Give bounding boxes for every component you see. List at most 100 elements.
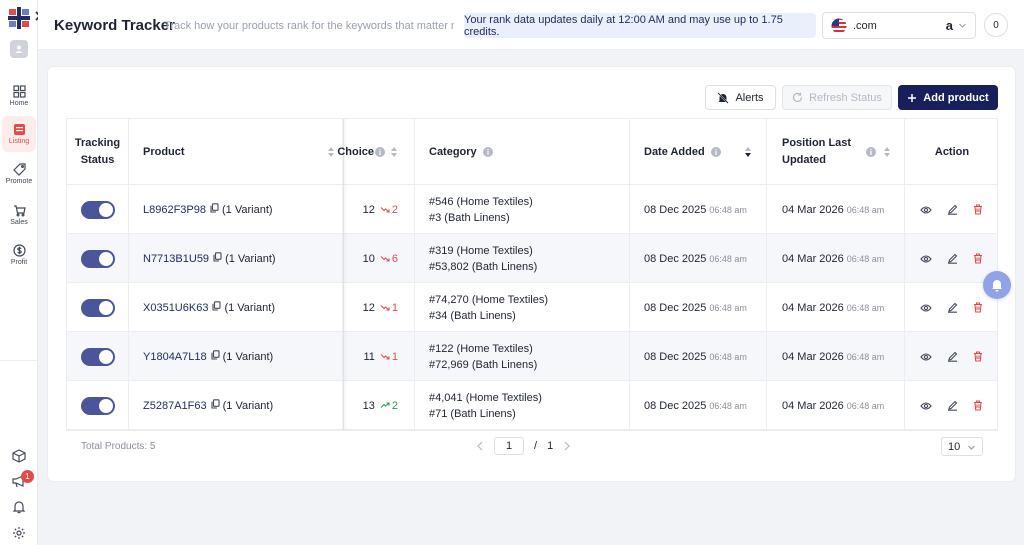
date-added-cell: 08 Dec 2025 06:48 am [630,283,767,332]
category-rank-primary: #4,041 (Home Textiles) [429,391,542,404]
choice-rank: 10 [362,252,375,265]
products-card: Alerts Refresh Status Add product Tracki… [47,66,1016,482]
add-product-button[interactable]: Add product [898,85,998,110]
edit-pencil-icon[interactable] [944,349,960,365]
settings-gear-icon[interactable] [10,524,28,542]
bell-off-icon [717,91,730,104]
brand-logo[interactable] [7,6,31,30]
sidebar-item-promote[interactable]: Promote [2,156,36,192]
product-asin-link[interactable]: L8962F3P98 [143,204,206,216]
tracking-toggle[interactable] [80,249,115,268]
trend-down-icon [380,304,390,311]
alerts-button[interactable]: Alerts [705,85,776,110]
delete-trash-icon[interactable] [970,251,986,267]
view-eye-icon[interactable] [918,251,934,267]
sidebar-item-sales[interactable]: Sales [2,197,36,233]
col-position-last-updated[interactable]: Position Last Updated [767,119,905,185]
delete-trash-icon[interactable] [970,202,986,218]
total-products: Total Products: 5 [81,441,156,452]
refresh-status-button[interactable]: Refresh Status [782,85,892,110]
avatar[interactable] [10,40,28,58]
choice-cell: 12 2 [344,185,415,234]
category-cell: #4,041 (Home Textiles) #71 (Bath Linens) [415,381,630,430]
date-added-cell: 08 Dec 2025 06:48 am [630,185,767,234]
table-row: Y1804A7L18 (1 Variant) 11 1 #122 (Home T… [67,332,997,381]
date-added: 08 Dec 2025 [644,399,707,412]
product-asin-link[interactable]: Y1804A7L18 [143,351,207,363]
choice-rank: 11 [363,350,375,363]
edit-pencil-icon[interactable] [944,300,960,316]
col-date-added[interactable]: Date Added [630,119,767,185]
package-icon[interactable] [10,447,28,465]
date-added-cell: 08 Dec 2025 06:48 am [630,381,767,430]
tracking-toggle[interactable] [80,396,115,415]
info-icon [710,146,721,157]
col-tracking-status: Tracking Status [67,119,129,185]
credits-count[interactable]: 0 [984,13,1008,37]
copy-icon[interactable] [212,301,222,314]
amazon-logo: a [945,18,953,33]
col-choice[interactable]: Choice [337,119,415,185]
marketplace-select[interactable]: .com a [822,12,976,39]
chevron-left-icon[interactable] [476,441,484,451]
copy-icon[interactable] [211,350,220,363]
date-added: 08 Dec 2025 [644,252,707,265]
delete-trash-icon[interactable] [970,300,986,316]
sort-icon[interactable] [327,146,335,158]
tracking-toggle[interactable] [80,347,115,366]
product-asin-link[interactable]: N7713B1U59 [143,253,209,265]
sidebar-item-home[interactable]: Home [2,78,36,114]
alerts-label: Alerts [735,91,764,104]
view-eye-icon[interactable] [918,349,934,365]
position-updated-time: 06:48 am [846,253,885,264]
edit-pencil-icon[interactable] [944,398,960,414]
delete-trash-icon[interactable] [970,349,986,365]
page-total: 1 [547,440,554,452]
product-asin-link[interactable]: X0351U6K63 [143,302,208,314]
delete-trash-icon[interactable] [970,398,986,414]
position-updated-date: 04 Mar 2026 [782,350,844,363]
refresh-label: Refresh Status [809,91,882,104]
variant-count: (1 Variant) [222,350,274,363]
products-table: Tracking Status Product Choice Category … [66,118,998,431]
floating-bell-icon[interactable] [983,271,1011,299]
copy-icon[interactable] [213,252,222,265]
sidebar-item-profit[interactable]: Profit [2,237,36,273]
page-size-select[interactable]: 10 [941,437,983,456]
us-flag-icon [831,18,847,33]
pagination: 1 / 1 [476,437,571,455]
date-added-time: 06:48 am [709,400,747,411]
tag-icon [12,163,26,176]
category-rank-secondary: #72,969 (Bath Linens) [429,358,538,371]
chevron-right-icon[interactable] [563,441,571,451]
product-asin-link[interactable]: Z5287A1F63 [143,400,207,412]
sidebar-item-listing[interactable]: Listing [2,116,36,152]
category-rank-primary: #74,270 (Home Textiles) [429,293,549,306]
table-row: X0351U6K63 (1 Variant) 12 1 #74,270 (Hom… [67,283,997,332]
sidebar-item-label: Promote [5,178,33,185]
category-cell: #546 (Home Textiles) #3 (Bath Linens) [415,185,630,234]
view-eye-icon[interactable] [918,202,934,218]
info-icon [375,147,385,157]
page-input[interactable]: 1 [494,437,524,455]
sort-icon[interactable] [883,146,891,158]
sidebar-item-label: Home [9,100,29,107]
category-rank-primary: #546 (Home Textiles) [429,195,533,208]
action-cell [905,234,997,283]
view-eye-icon[interactable] [918,398,934,414]
view-eye-icon[interactable] [918,300,934,316]
sort-icon[interactable] [390,146,398,158]
sidebar-item-label: Sales [10,219,28,226]
bell-icon[interactable] [10,498,28,516]
col-product[interactable]: Product [129,119,344,185]
tracking-toggle[interactable] [80,200,115,219]
copy-icon[interactable] [210,203,219,216]
choice-cell: 12 1 [344,283,415,332]
tracking-toggle[interactable] [80,298,115,317]
position-updated-cell: 04 Mar 2026 06:48 am [767,381,905,430]
sort-desc-icon[interactable] [744,146,752,158]
edit-pencil-icon[interactable] [944,251,960,267]
edit-pencil-icon[interactable] [944,202,960,218]
position-updated-time: 06:48 am [846,302,885,313]
copy-icon[interactable] [211,399,220,412]
